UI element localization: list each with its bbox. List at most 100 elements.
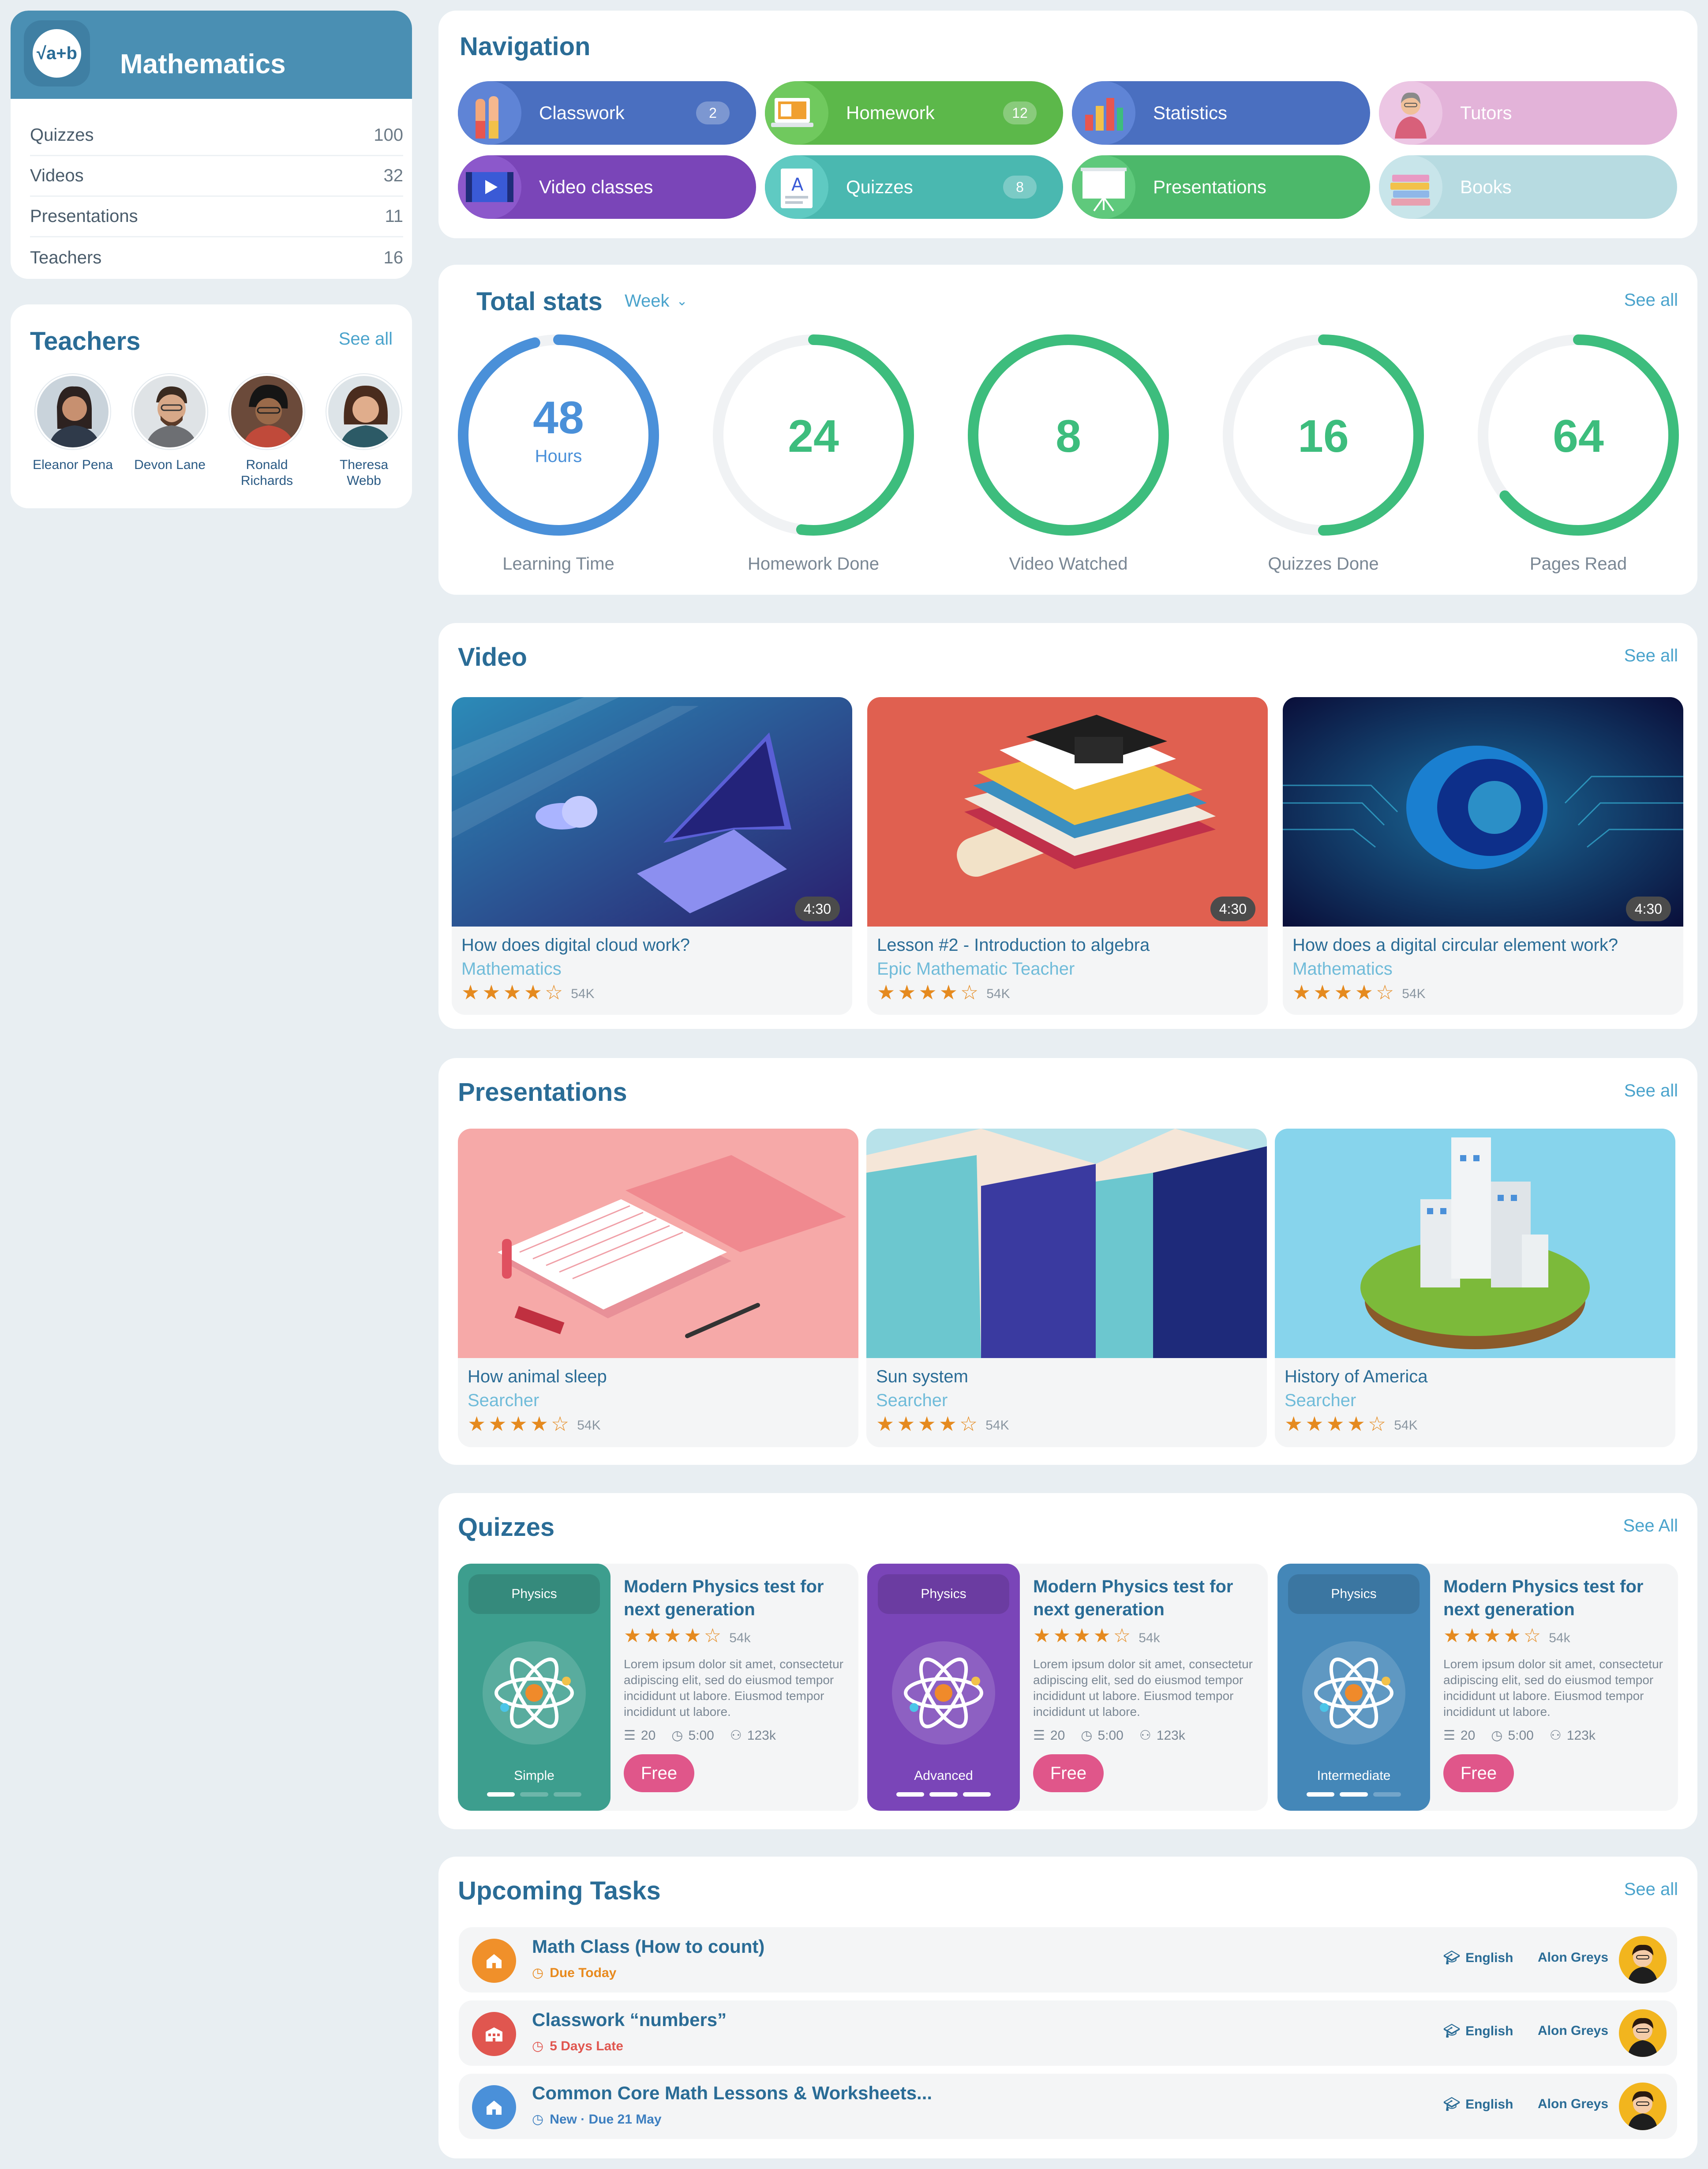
teacher-devon-lane[interactable]: Devon Lane xyxy=(128,374,212,473)
quiz-time: 5:00 xyxy=(1508,1728,1534,1743)
video-tile[interactable]: 4:30 Lesson #2 - Introduction to algebra… xyxy=(867,697,1268,1015)
video-tile[interactable]: 4:30 How does a digital circular element… xyxy=(1283,697,1683,1015)
tasks-title: Upcoming Tasks xyxy=(458,1876,661,1905)
raised-hands-icon xyxy=(458,81,521,145)
video-item-subtitle: Mathematics xyxy=(461,959,562,979)
nav-label: Presentations xyxy=(1153,176,1266,197)
stats-title: Total stats xyxy=(476,287,603,316)
presentations-see-all-link[interactable]: See all xyxy=(1624,1081,1678,1101)
quiz-tile[interactable]: Physics Advanced Modern Physics test for… xyxy=(867,1564,1268,1811)
video-thumbnail-cloud xyxy=(452,697,852,927)
stats-see-all-link[interactable]: See all xyxy=(1624,290,1678,310)
stat-value: 24 xyxy=(788,411,839,462)
subject-row-presentations[interactable]: Presentations 11 xyxy=(30,197,403,237)
quiz-cover: Physics Intermediate xyxy=(1277,1564,1430,1811)
quiz-level: Simple xyxy=(514,1768,554,1783)
period-dropdown[interactable]: Week ⌄ xyxy=(625,291,688,311)
nav-video-classes[interactable]: Video classes xyxy=(458,155,756,219)
video-duration: 4:30 xyxy=(794,897,840,921)
avatar xyxy=(1619,2083,1667,2130)
rating-count: 54K xyxy=(985,1418,1009,1433)
rating-count: 54K xyxy=(577,1418,601,1433)
clock-icon: ◷ xyxy=(1491,1728,1503,1743)
subject-header: √a+b Mathematics xyxy=(11,11,412,99)
presentation-thumbnail-sun-system xyxy=(866,1129,1267,1358)
graduation-cap-icon: 🎓︎ xyxy=(1443,2097,1461,2112)
teacher-theresa-webb[interactable]: Theresa Webb xyxy=(322,374,406,489)
video-tile[interactable]: 4:30 How does digital cloud work? Mathem… xyxy=(452,697,852,1015)
clock-icon: ◷ xyxy=(1081,1728,1093,1743)
stat-label: Pages Read xyxy=(1529,554,1627,574)
avatar xyxy=(1619,2009,1667,2057)
teacher-ronald-richards[interactable]: Ronald Richards xyxy=(225,374,309,489)
subject-row-teachers[interactable]: Teachers 16 xyxy=(30,237,403,278)
nav-label: Quizzes xyxy=(846,176,913,197)
presentation-tile[interactable]: Sun system Searcher ★★★★☆ 54K xyxy=(866,1129,1267,1447)
clock-icon: ◷ xyxy=(532,1966,544,1980)
quiz-questions: 20 xyxy=(1460,1728,1476,1743)
stat-learning-time: 48 Hours Learning Time xyxy=(458,334,659,574)
teacher-eleanor-pena[interactable]: Eleanor Pena xyxy=(31,374,115,473)
quiz-tile[interactable]: Physics Simple Modern Physics test for n… xyxy=(458,1564,858,1811)
stat-value: 48 xyxy=(533,392,584,443)
nav-classwork[interactable]: Classwork 2 xyxy=(458,81,756,145)
task-row[interactable]: Math Class (How to count) ◷ Due Today 🎓︎ E… xyxy=(459,1927,1677,1993)
nav-books[interactable]: Books xyxy=(1379,155,1677,219)
rating-count: 54K xyxy=(571,986,595,1001)
task-language-text: English xyxy=(1465,2023,1513,2038)
quiz-title: Modern Physics test for next generation xyxy=(1033,1577,1233,1619)
stat-homework-done: 24 Homework Done xyxy=(713,334,914,574)
list-icon: ☰ xyxy=(624,1728,636,1743)
quiz-title: Modern Physics test for next generation xyxy=(624,1577,824,1619)
rating-stars: ★★★★☆ 54K xyxy=(461,981,595,1004)
nav-homework[interactable]: Homework 12 xyxy=(765,81,1063,145)
avatar xyxy=(229,374,304,449)
tutor-icon xyxy=(1379,81,1442,145)
quiz-time: 5:00 xyxy=(688,1728,714,1743)
tasks-see-all-link[interactable]: See all xyxy=(1624,1880,1678,1899)
subject-row-quizzes[interactable]: Quizzes 100 xyxy=(30,116,403,156)
task-language: 🎓︎ English xyxy=(1443,2023,1513,2039)
quiz-people: 123k xyxy=(1156,1728,1185,1743)
task-row[interactable]: Common Core Math Lessons & Worksheets...… xyxy=(459,2074,1677,2139)
presentation-tile[interactable]: How animal sleep Searcher ★★★★☆ 54K xyxy=(458,1129,858,1447)
video-duration: 4:30 xyxy=(1626,897,1671,921)
stat-label: Video Watched xyxy=(1009,554,1128,574)
free-button[interactable]: Free xyxy=(624,1754,694,1792)
math-formula-icon: √a+b xyxy=(33,29,81,78)
free-button[interactable]: Free xyxy=(1443,1754,1514,1792)
quiz-meta: ☰ 20 ◷ 5:00 ⚇ 123k xyxy=(624,1728,776,1743)
video-see-all-link[interactable]: See all xyxy=(1624,646,1678,666)
presentation-tile[interactable]: History of America Searcher ★★★★☆ 54K xyxy=(1275,1129,1675,1447)
video-item-subtitle: Mathematics xyxy=(1292,959,1393,979)
nav-statistics[interactable]: Statistics xyxy=(1072,81,1370,145)
quiz-tile[interactable]: Physics Intermediate Modern Physics test… xyxy=(1277,1564,1678,1811)
quiz-level: Advanced xyxy=(914,1768,973,1783)
total-stats-card: Total stats Week ⌄ See all 48 Hours Learni… xyxy=(438,265,1697,595)
free-button[interactable]: Free xyxy=(1033,1754,1104,1792)
subject-row-value: 100 xyxy=(374,125,403,145)
nav-tutors[interactable]: Tutors xyxy=(1379,81,1677,145)
quizzes-see-all-link[interactable]: See All xyxy=(1623,1516,1678,1536)
nav-presentations[interactable]: Presentations xyxy=(1072,155,1370,219)
nav-label: Statistics xyxy=(1153,102,1228,123)
task-due: ◷ Due Today xyxy=(532,1965,616,1981)
subject-card: √a+b Mathematics Quizzes 100 Videos 32 P… xyxy=(11,11,412,279)
graduation-cap-icon: 🎓︎ xyxy=(1443,2024,1461,2038)
nav-quizzes[interactable]: A Quizzes 8 xyxy=(765,155,1063,219)
avatar xyxy=(132,374,207,449)
stat-value: 16 xyxy=(1298,411,1349,462)
bar-chart-icon xyxy=(1072,81,1135,145)
people-icon: ⚇ xyxy=(730,1728,742,1743)
rating-count: 54k xyxy=(729,1631,751,1645)
subject-row-label: Videos xyxy=(30,166,84,185)
subject-row-videos[interactable]: Videos 32 xyxy=(30,156,403,197)
nav-label: Books xyxy=(1460,176,1512,197)
task-row[interactable]: Classwork “numbers” ◷ 5 Days Late 🎓︎ Engli… xyxy=(459,2000,1677,2066)
quiz-cover: Physics Advanced xyxy=(867,1564,1020,1811)
quiz-tag: Physics xyxy=(1288,1574,1420,1614)
quiz-description: Lorem ipsum dolor sit amet, consectetur … xyxy=(1443,1657,1663,1719)
nav-badge: 8 xyxy=(1003,176,1037,199)
teachers-see-all-link[interactable]: See all xyxy=(339,329,393,349)
task-teacher: Alon Greys xyxy=(1538,2023,1609,2038)
